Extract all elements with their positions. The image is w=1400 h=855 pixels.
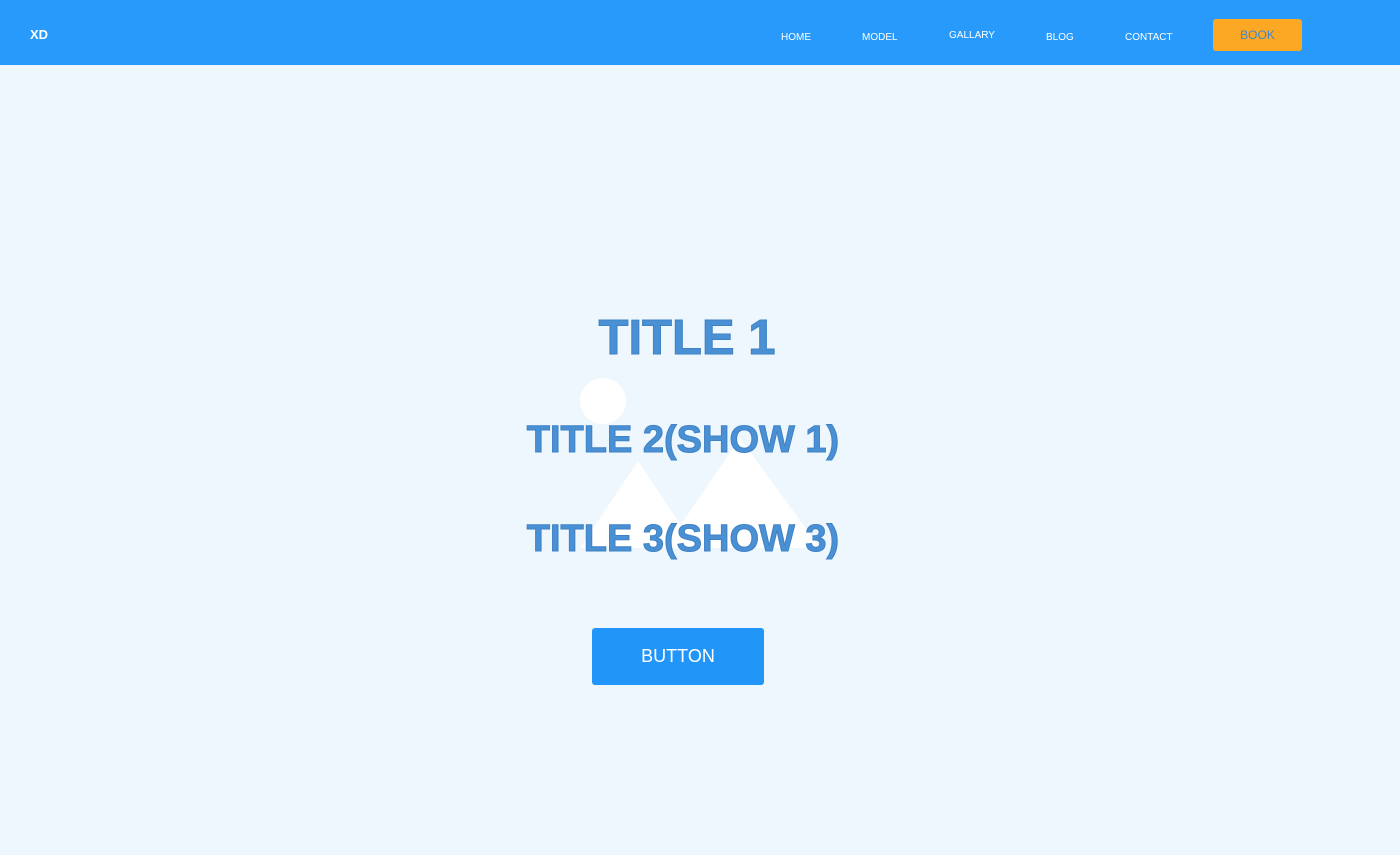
book-button[interactable]: BOOK xyxy=(1213,19,1302,51)
nav-item-contact[interactable]: CONTACT xyxy=(1125,32,1173,44)
logo[interactable]: XD xyxy=(30,27,48,43)
title-2: TITLE 2(SHOW 1) xyxy=(526,419,840,462)
nav-item-model[interactable]: MODEL xyxy=(862,32,898,44)
primary-button[interactable]: BUTTON xyxy=(592,628,764,685)
nav-item-gallary[interactable]: GALLARY xyxy=(949,30,995,42)
nav-item-home[interactable]: HOME xyxy=(781,32,811,44)
title-1: TITLE 1 xyxy=(598,311,776,366)
nav-item-blog[interactable]: BLOG xyxy=(1046,32,1074,44)
top-nav-bar: XD HOME MODEL GALLARY BLOG CONTACT BOOK xyxy=(0,0,1400,65)
title-3: TITLE 3(SHOW 3) xyxy=(526,518,840,561)
